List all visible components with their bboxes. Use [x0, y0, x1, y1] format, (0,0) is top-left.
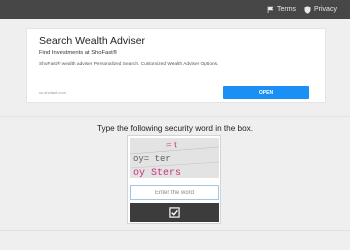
ad-title[interactable]: Search Wealth Adviser: [39, 35, 145, 47]
ad-subtitle: Find Investments at ShoFast®: [39, 50, 118, 56]
ad-card[interactable]: Search Wealth Adviser Find Investments a…: [26, 28, 326, 103]
checkbox-checked-icon: [169, 207, 180, 218]
terms-label: Terms: [277, 6, 297, 13]
terms-link[interactable]: Terms: [267, 3, 296, 16]
open-button[interactable]: OPEN: [223, 86, 309, 99]
ad-display-url[interactable]: us.shofast.com: [39, 90, 66, 95]
submit-button[interactable]: [130, 203, 219, 222]
top-navigation-bar: Terms Privacy: [0, 0, 350, 19]
captcha-line-2: oy Sters: [133, 168, 181, 178]
section-divider: [0, 116, 350, 117]
captcha-image: = t oy= ter oy Sters: [130, 138, 219, 178]
captcha-instruction: Type the following security word in the …: [96, 124, 254, 133]
privacy-link[interactable]: Privacy: [304, 3, 337, 16]
privacy-label: Privacy: [314, 6, 337, 13]
captcha-line-1: oy= ter: [133, 154, 171, 164]
ad-description: ShoFast® wealth adviser Personalized Sea…: [39, 62, 219, 67]
svg-text:= t: = t: [165, 139, 177, 151]
security-word-input[interactable]: [130, 185, 219, 200]
captcha-box: = t oy= ter oy Sters: [127, 135, 221, 224]
bottom-divider: [0, 230, 350, 231]
flag-icon: [267, 6, 274, 13]
shield-icon: [304, 5, 311, 14]
